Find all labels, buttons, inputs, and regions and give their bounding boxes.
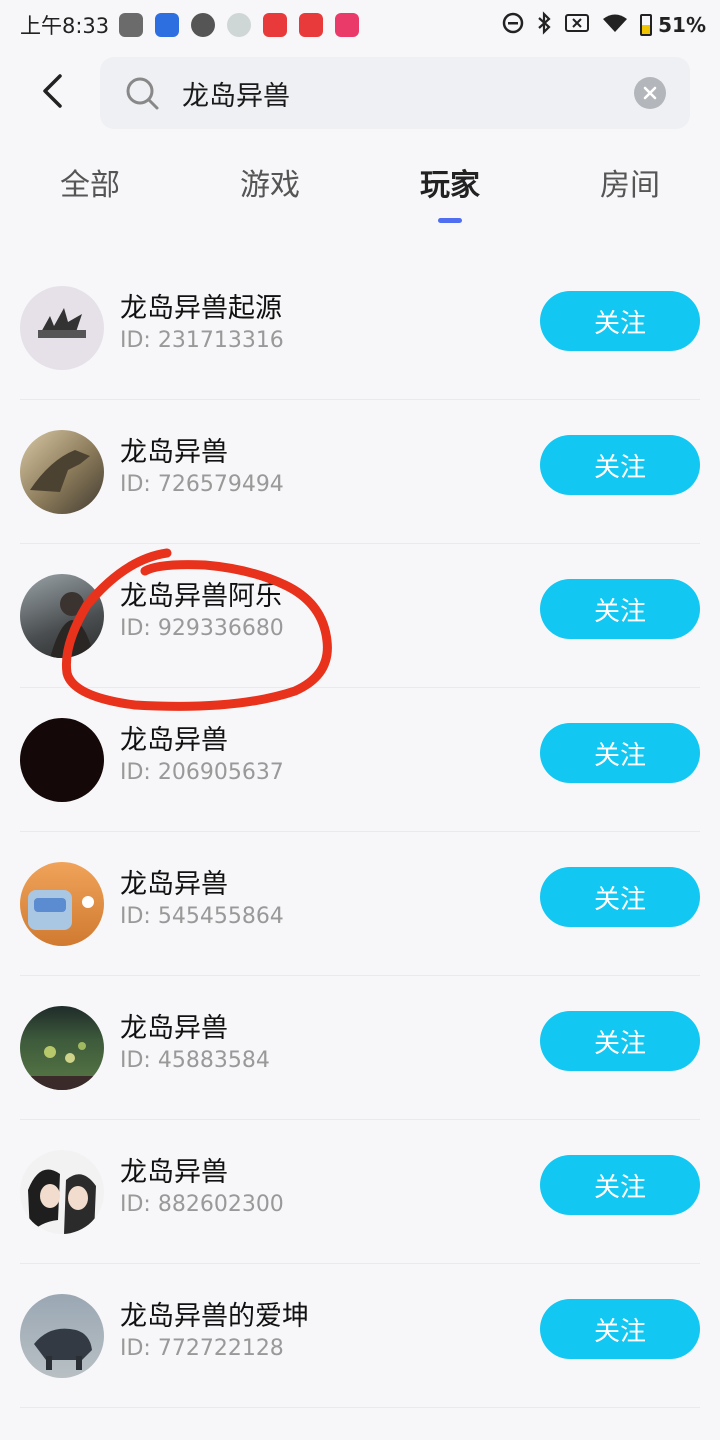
follow-button[interactable]: 关注 xyxy=(540,723,700,783)
avatar xyxy=(20,862,104,946)
list-item[interactable]: 龙岛异兽 ID: 726579494 关注 xyxy=(0,400,720,544)
user-id: ID: 882602300 xyxy=(120,1192,284,1217)
active-tab-indicator xyxy=(438,218,462,223)
status-time: 上午8:33 xyxy=(20,14,110,38)
follow-button[interactable]: 关注 xyxy=(540,1299,700,1359)
gallery-app-icon xyxy=(119,13,144,37)
avatar xyxy=(20,1150,104,1234)
user-name: 龙岛异兽阿乐 xyxy=(120,581,282,612)
battery-percent: 51% xyxy=(658,13,706,37)
follow-button[interactable]: 关注 xyxy=(540,435,700,495)
chevron-left-icon xyxy=(43,74,62,108)
status-bar: 上午8:33 51% xyxy=(0,0,720,50)
tab-label: 游戏 xyxy=(240,168,300,203)
avatar xyxy=(20,1006,104,1090)
user-id: ID: 545455864 xyxy=(120,904,284,929)
user-name: 龙岛异兽 xyxy=(120,1013,228,1044)
bluetooth-icon xyxy=(536,10,552,40)
clear-search-icon[interactable] xyxy=(634,77,666,109)
user-id: ID: 726579494 xyxy=(120,472,284,497)
game-app-icon xyxy=(155,13,180,37)
user-name: 龙岛异兽 xyxy=(120,869,228,900)
result-tabs: 全部 游戏 玩家 房间 xyxy=(0,150,720,230)
list-item[interactable]: 龙岛异兽阿乐 ID: 929336680 关注 xyxy=(0,544,720,688)
wifi-icon xyxy=(602,13,628,38)
tab-label: 房间 xyxy=(600,168,660,203)
follow-button[interactable]: 关注 xyxy=(540,1011,700,1071)
list-item[interactable]: 龙岛异兽 ID: 882602300 关注 xyxy=(0,1120,720,1264)
avatar xyxy=(20,430,104,514)
follow-button[interactable]: 关注 xyxy=(540,867,700,927)
user-id: ID: 45883584 xyxy=(120,1048,270,1073)
avatar xyxy=(20,286,104,370)
user-name: 龙岛异兽 xyxy=(120,725,228,756)
avatar xyxy=(20,718,104,802)
follow-button[interactable]: 关注 xyxy=(540,291,700,351)
user-id: ID: 206905637 xyxy=(120,760,284,785)
search-icon xyxy=(122,73,162,113)
search-header xyxy=(0,55,720,131)
player-result-list: 龙岛异兽起源 ID: 231713316 关注 龙岛异兽 ID: 7265794… xyxy=(0,256,720,1408)
do-not-disturb-icon xyxy=(502,12,524,39)
avatar xyxy=(20,1294,104,1378)
tab-games[interactable]: 游戏 xyxy=(210,160,330,204)
user-id: ID: 929336680 xyxy=(120,616,284,641)
user-id: ID: 772722128 xyxy=(120,1336,284,1361)
follow-button[interactable]: 关注 xyxy=(540,579,700,639)
tab-label: 全部 xyxy=(60,168,120,203)
system-icons: 51% xyxy=(502,10,706,40)
user-name: 龙岛异兽起源 xyxy=(120,293,282,324)
search-box[interactable] xyxy=(100,57,690,129)
no-sim-icon xyxy=(564,13,590,38)
tab-rooms[interactable]: 房间 xyxy=(570,160,690,204)
user-name: 龙岛异兽 xyxy=(120,1157,228,1188)
play-app-icon xyxy=(227,13,252,37)
list-item[interactable]: 龙岛异兽 ID: 45883584 关注 xyxy=(0,976,720,1120)
list-item[interactable]: 龙岛异兽的爱坤 ID: 772722128 关注 xyxy=(0,1264,720,1408)
battery-icon xyxy=(640,14,653,36)
tab-label: 玩家 xyxy=(420,168,480,203)
user-name: 龙岛异兽的爱坤 xyxy=(120,1301,309,1332)
notification-icons xyxy=(119,13,360,37)
back-button[interactable] xyxy=(30,69,74,113)
battery-indicator: 51% xyxy=(640,13,706,37)
user-name: 龙岛异兽 xyxy=(120,437,228,468)
avatar xyxy=(20,574,104,658)
news-app-icon-2 xyxy=(299,13,324,37)
divider xyxy=(20,1407,700,1408)
tab-players[interactable]: 玩家 xyxy=(390,160,510,223)
follow-button[interactable]: 关注 xyxy=(540,1155,700,1215)
list-item[interactable]: 龙岛异兽 ID: 206905637 关注 xyxy=(0,688,720,832)
news-app-icon xyxy=(263,13,288,37)
check-app-icon xyxy=(191,13,216,37)
user-id: ID: 231713316 xyxy=(120,328,284,353)
search-input[interactable] xyxy=(182,77,602,109)
tab-all[interactable]: 全部 xyxy=(30,160,150,204)
list-item[interactable]: 龙岛异兽起源 ID: 231713316 关注 xyxy=(0,256,720,400)
list-item[interactable]: 龙岛异兽 ID: 545455864 关注 xyxy=(0,832,720,976)
music-app-icon xyxy=(335,13,360,37)
